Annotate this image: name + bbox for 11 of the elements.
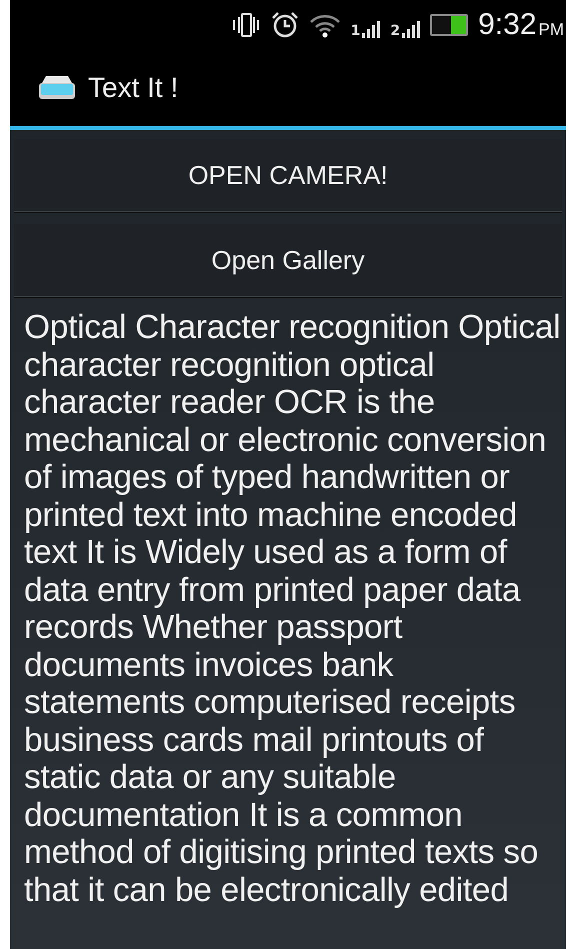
action-button[interactable]: Open Gallery bbox=[14, 224, 562, 297]
recognized-text: Optical Character recognition Optical character recognition optical character reader OCR is the mechanical or electronic conversion of images of typed handwritten or printed text into machine encoded text It is Widely used as a form of data entry from printed paper data records Whether passport documents invoices bank statements computerised receipts business cards mail printouts of static data or any suitable documentation It is a common method of digitising printed texts so that it can be electronically edited bbox=[23, 309, 562, 909]
wifi-icon bbox=[308, 12, 341, 38]
vibrate-icon bbox=[230, 12, 261, 38]
clock-period: PM bbox=[538, 20, 564, 40]
app-title: Text It ! bbox=[88, 72, 178, 104]
battery-icon bbox=[430, 14, 468, 36]
clock-time: 9:32 bbox=[478, 8, 536, 42]
action-button[interactable]: OPEN CAMERA! bbox=[14, 139, 562, 212]
scanner-icon bbox=[38, 75, 76, 101]
alarm-clock-icon bbox=[270, 11, 299, 39]
